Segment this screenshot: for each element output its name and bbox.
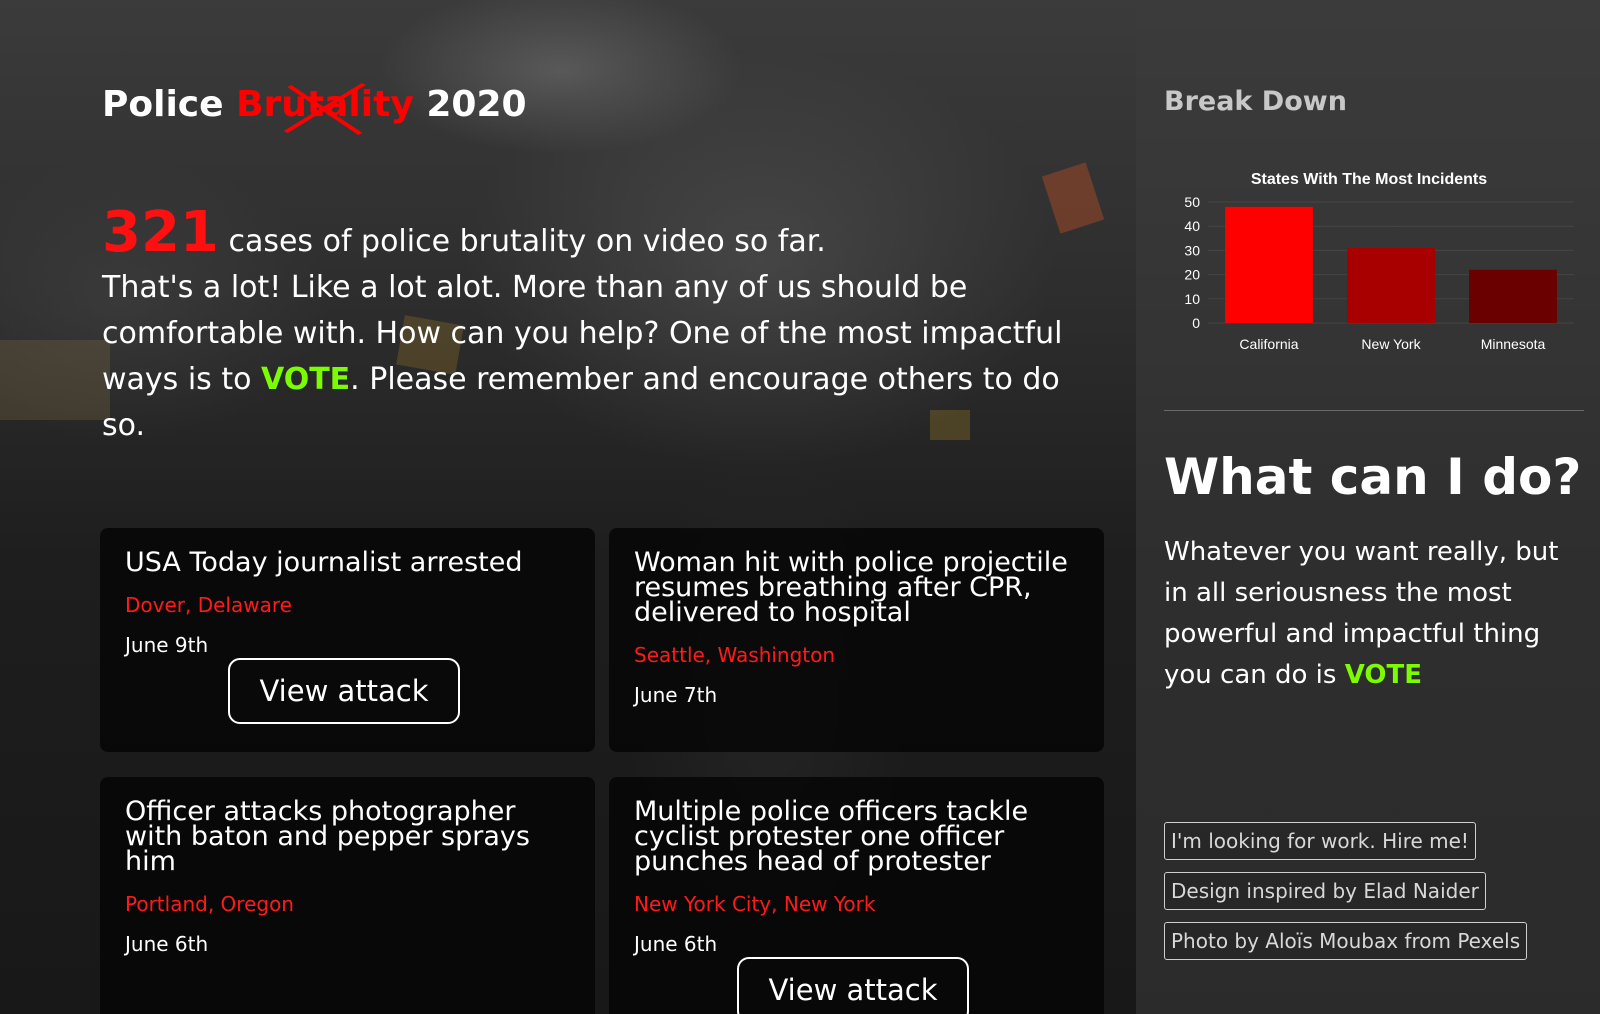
- vote-highlight: VOTE: [261, 362, 351, 397]
- y-tick-label: 10: [1184, 291, 1200, 307]
- incident-location: Portland, Oregon: [125, 892, 294, 916]
- sidebar: Break Down States With The Most Incident…: [1136, 0, 1600, 1014]
- incident-location: Seattle, Washington: [634, 643, 836, 667]
- view-attack-button[interactable]: View attack: [228, 658, 460, 724]
- bar-california: [1225, 206, 1313, 323]
- x-tick-label: New York: [1361, 336, 1421, 352]
- hire-me-link[interactable]: I'm looking for work. Hire me!: [1164, 822, 1476, 860]
- y-tick-label: 30: [1184, 242, 1200, 258]
- vote-highlight: VOTE: [1344, 660, 1422, 690]
- incident-location: New York City, New York: [634, 892, 876, 916]
- main-content: Police Brutality 2020 321 cases of polic…: [0, 0, 1136, 1014]
- incident-title: Officer attacks photographer with baton …: [125, 796, 530, 877]
- x-tick-label: Minnesota: [1481, 336, 1546, 352]
- design-credit-link[interactable]: Design inspired by Elad Naider: [1164, 872, 1486, 910]
- chart-title: States With The Most Incidents: [1251, 171, 1487, 188]
- bar-new-york: [1347, 247, 1435, 323]
- y-tick-label: 0: [1192, 315, 1200, 331]
- incident-card: Woman hit with police projectile resumes…: [609, 528, 1104, 752]
- incident-card: Officer attacks photographer with baton …: [100, 777, 595, 1014]
- incidents-bar-chart: States With The Most Incidents 0 10 20 30 40…: [1184, 171, 1574, 352]
- breakdown-title: Break Down: [1164, 86, 1347, 117]
- strike-x-icon: [283, 82, 367, 135]
- title-prefix: Police: [102, 84, 224, 125]
- y-tick-label: 50: [1184, 194, 1200, 210]
- intro-paragraph: 321 cases of police brutality on video s…: [102, 205, 1112, 449]
- y-tick-label: 40: [1184, 218, 1200, 234]
- incident-title: Woman hit with police projectile resumes…: [634, 547, 1068, 628]
- incident-date: June 9th: [125, 633, 209, 657]
- incident-date: June 6th: [634, 932, 718, 956]
- incident-title: USA Today journalist arrested: [125, 547, 523, 578]
- y-tick-label: 20: [1184, 267, 1200, 283]
- photo-credit-link[interactable]: Photo by Aloïs Moubax from Pexels: [1164, 922, 1528, 960]
- incident-location: Dover, Delaware: [125, 593, 292, 617]
- incident-card: USA Today journalist arrested Dover, Del…: [100, 528, 595, 752]
- bar-minnesota: [1469, 269, 1557, 323]
- incident-date: June 6th: [125, 932, 209, 956]
- divider: [1164, 410, 1584, 411]
- x-tick-label: California: [1239, 336, 1298, 352]
- what-can-i-do-text: Whatever you want really, but in all ser…: [1164, 532, 1589, 696]
- what-can-i-do-heading: What can I do?: [1164, 448, 1582, 506]
- view-attack-button[interactable]: View attack: [737, 957, 969, 1014]
- incident-title: Multiple police officers tackle cyclist …: [634, 796, 1029, 877]
- title-struck-word: Brutality: [236, 82, 414, 135]
- incident-date: June 7th: [634, 683, 718, 707]
- case-count-text: cases of police brutality on video so fa…: [228, 224, 826, 259]
- title-suffix: 2020: [426, 84, 527, 125]
- incident-card: Multiple police officers tackle cyclist …: [609, 777, 1104, 1014]
- case-count: 321: [102, 200, 219, 265]
- page-title: Police Brutality 2020: [102, 82, 527, 135]
